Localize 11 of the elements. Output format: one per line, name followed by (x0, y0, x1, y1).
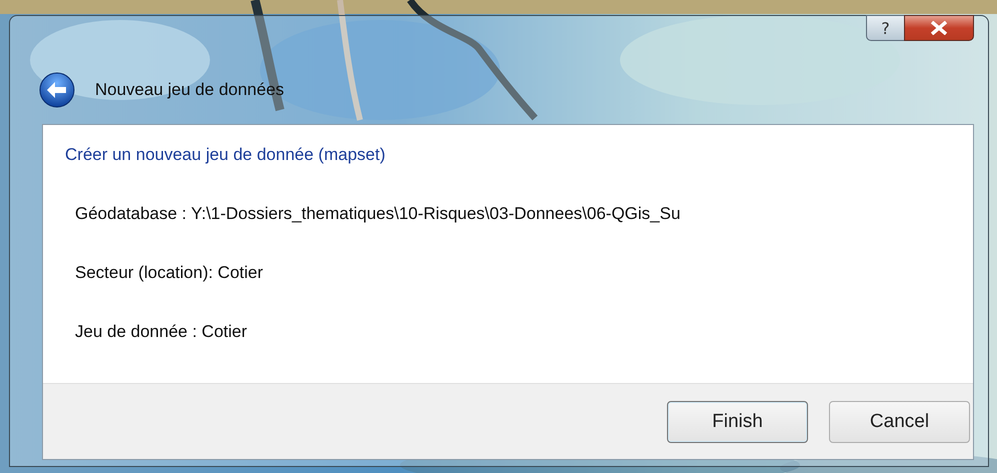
wizard-heading: Créer un nouveau jeu de donnée (mapset) (65, 145, 386, 165)
close-button[interactable] (904, 15, 974, 41)
back-button[interactable] (39, 72, 75, 108)
window-title: Nouveau jeu de données (95, 80, 284, 100)
close-icon (929, 21, 949, 35)
info-text: Géodatabase : Y:\1-Dossiers_thematiques\10-Risques\03-Donnees\06-QGis_Su (75, 204, 682, 224)
info-text: Jeu de donnée : Cotier (75, 322, 248, 342)
finish-button[interactable]: Finish (667, 400, 808, 442)
help-button[interactable]: ? (866, 15, 904, 41)
cancel-button[interactable]: Cancel (829, 400, 970, 442)
info-text: Secteur (location): Cotier (75, 263, 264, 283)
